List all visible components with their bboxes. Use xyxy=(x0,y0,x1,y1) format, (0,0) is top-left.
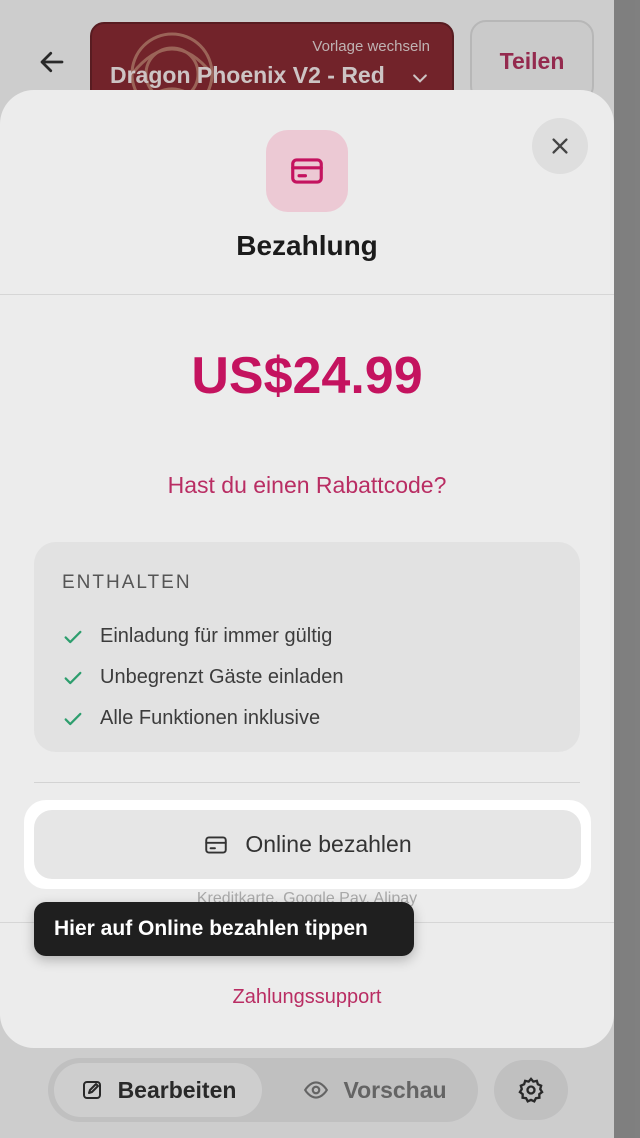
pay-online-label: Online bezahlen xyxy=(245,831,412,857)
coupon-link[interactable]: Hast du einen Rabattcode? xyxy=(0,472,614,499)
list-item-label: Alle Funktionen inklusive xyxy=(100,707,321,729)
close-button[interactable] xyxy=(532,118,588,174)
tooltip-text: Hier auf Online bezahlen tippen xyxy=(54,917,368,940)
pay-online-button[interactable]: Online bezahlen xyxy=(34,810,581,879)
included-features-box: ENTHALTEN Einladung für immer gültig Unb… xyxy=(34,542,580,752)
check-icon xyxy=(64,712,82,725)
credit-card-icon xyxy=(205,835,228,854)
list-item: Einladung für immer gültig xyxy=(62,616,344,657)
included-title: ENTHALTEN xyxy=(62,572,192,593)
payment-icon-badge xyxy=(266,130,348,212)
sheet-title: Bezahlung xyxy=(236,230,378,261)
close-icon xyxy=(552,138,568,154)
divider xyxy=(0,294,614,295)
included-list: Einladung für immer gültig Unbegrenzt Gä… xyxy=(62,616,344,739)
divider xyxy=(34,782,580,783)
payment-support-link[interactable]: Zahlungssupport xyxy=(0,986,614,1009)
list-item: Unbegrenzt Gäste einladen xyxy=(62,657,344,698)
check-icon xyxy=(64,671,82,684)
credit-card-icon xyxy=(291,158,323,184)
list-item: Alle Funktionen inklusive xyxy=(62,698,344,739)
list-item-label: Einladung für immer gültig xyxy=(100,625,333,647)
price: US$24.99 xyxy=(191,347,423,405)
list-item-label: Unbegrenzt Gäste einladen xyxy=(100,666,344,688)
coachmark-tooltip: Hier auf Online bezahlen tippen xyxy=(34,902,414,956)
check-icon xyxy=(64,630,82,643)
